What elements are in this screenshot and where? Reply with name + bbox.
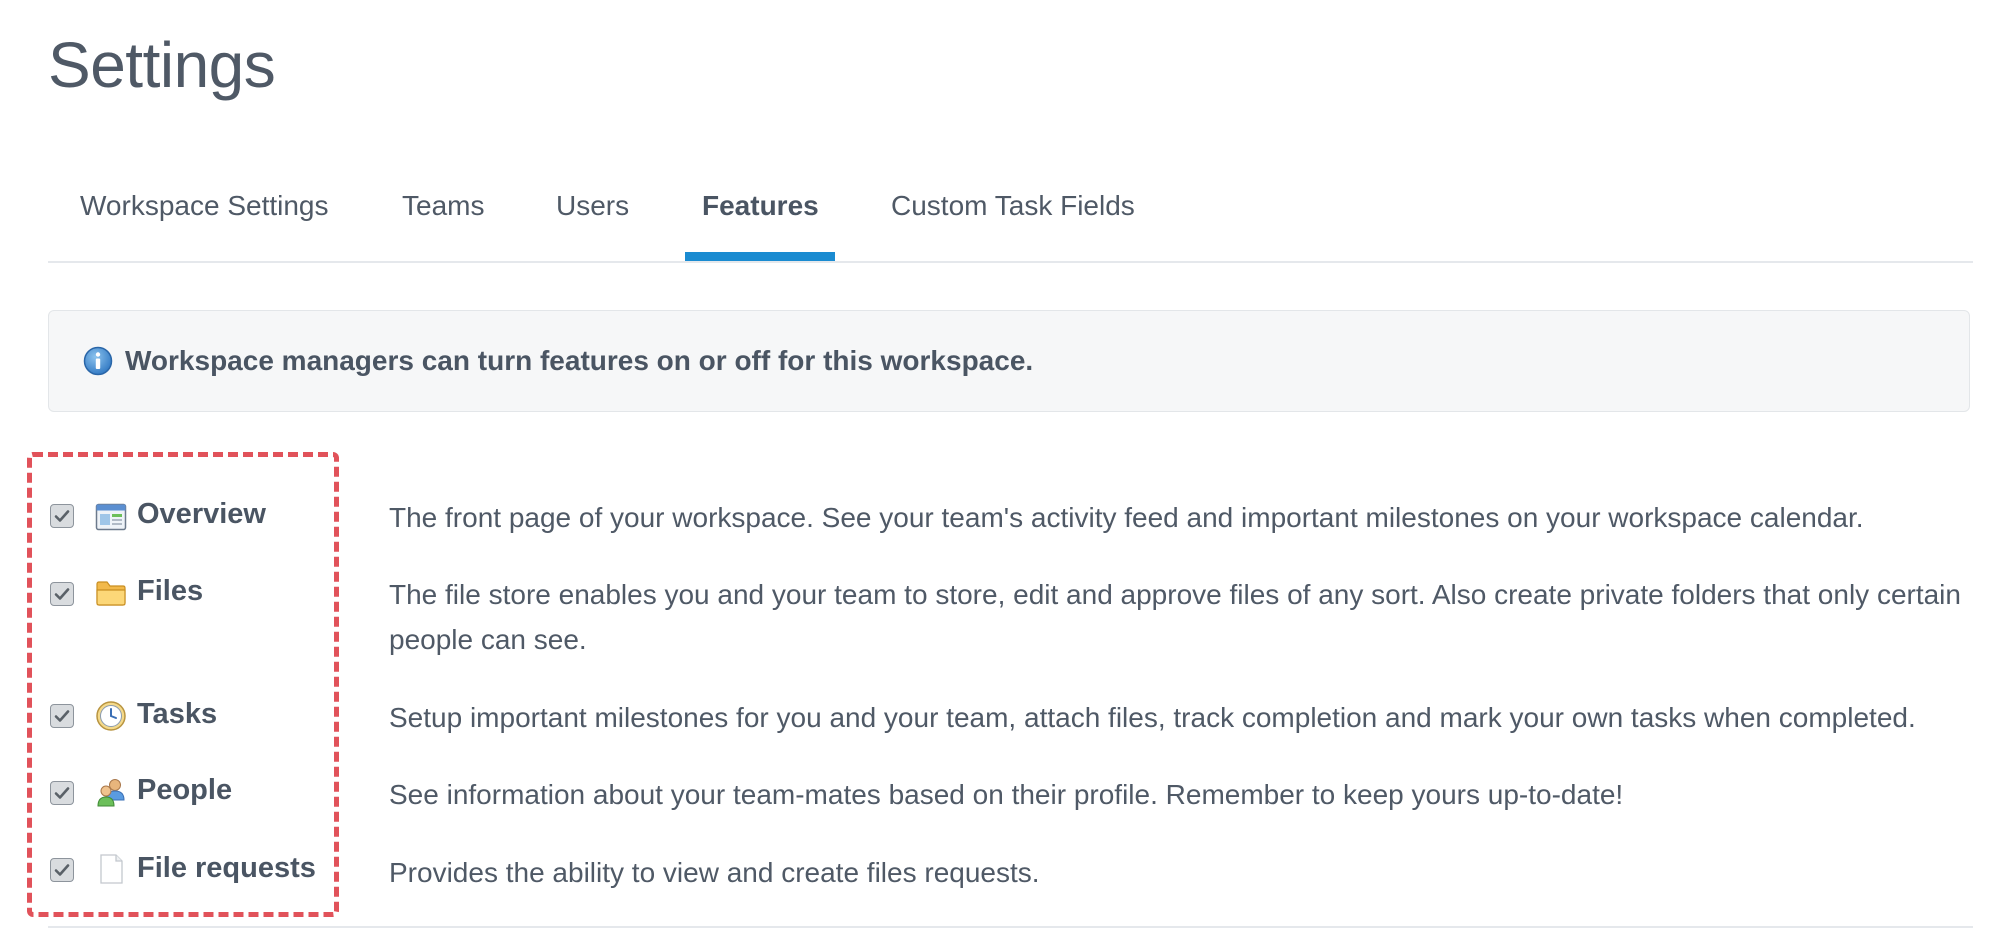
page-title: Settings [48, 29, 276, 101]
file-requests-description: Provides the ability to view and create … [389, 857, 1040, 888]
tasks-description: Setup important milestones for you and y… [389, 702, 1916, 733]
files-checkbox[interactable] [50, 582, 74, 606]
people-label: People [137, 774, 233, 806]
folder-icon [95, 577, 127, 609]
people-checkbox[interactable] [50, 781, 74, 805]
info-icon [83, 346, 113, 376]
people-description: See information about your team-mates ba… [389, 779, 1624, 810]
settings-tabs: Workspace Settings Teams Users Features … [48, 160, 1973, 263]
clock-icon [95, 700, 127, 732]
tasks-label: Tasks [137, 698, 218, 730]
files-label: Files [137, 575, 204, 607]
files-description: The file store enables you and your team… [389, 579, 1961, 655]
overview-label: Overview [137, 498, 266, 530]
tab-users[interactable]: Users [556, 190, 629, 222]
section-divider [48, 926, 1973, 928]
tab-custom-task-fields[interactable]: Custom Task Fields [891, 190, 1135, 222]
tasks-checkbox[interactable] [50, 704, 74, 728]
info-banner: Workspace managers can turn features on … [48, 310, 1970, 412]
overview-icon [95, 501, 127, 533]
overview-description: The front page of your workspace. See yo… [389, 502, 1864, 533]
active-tab-indicator [685, 252, 835, 261]
file-requests-checkbox[interactable] [50, 858, 74, 882]
tab-workspace-settings[interactable]: Workspace Settings [80, 190, 329, 222]
document-icon [95, 853, 127, 885]
tab-features[interactable]: Features [702, 190, 819, 222]
people-icon [95, 776, 127, 808]
tab-teams[interactable]: Teams [402, 190, 484, 222]
overview-checkbox[interactable] [50, 504, 74, 528]
file-requests-label: File requests [137, 852, 316, 884]
info-message: Workspace managers can turn features on … [125, 345, 1034, 376]
